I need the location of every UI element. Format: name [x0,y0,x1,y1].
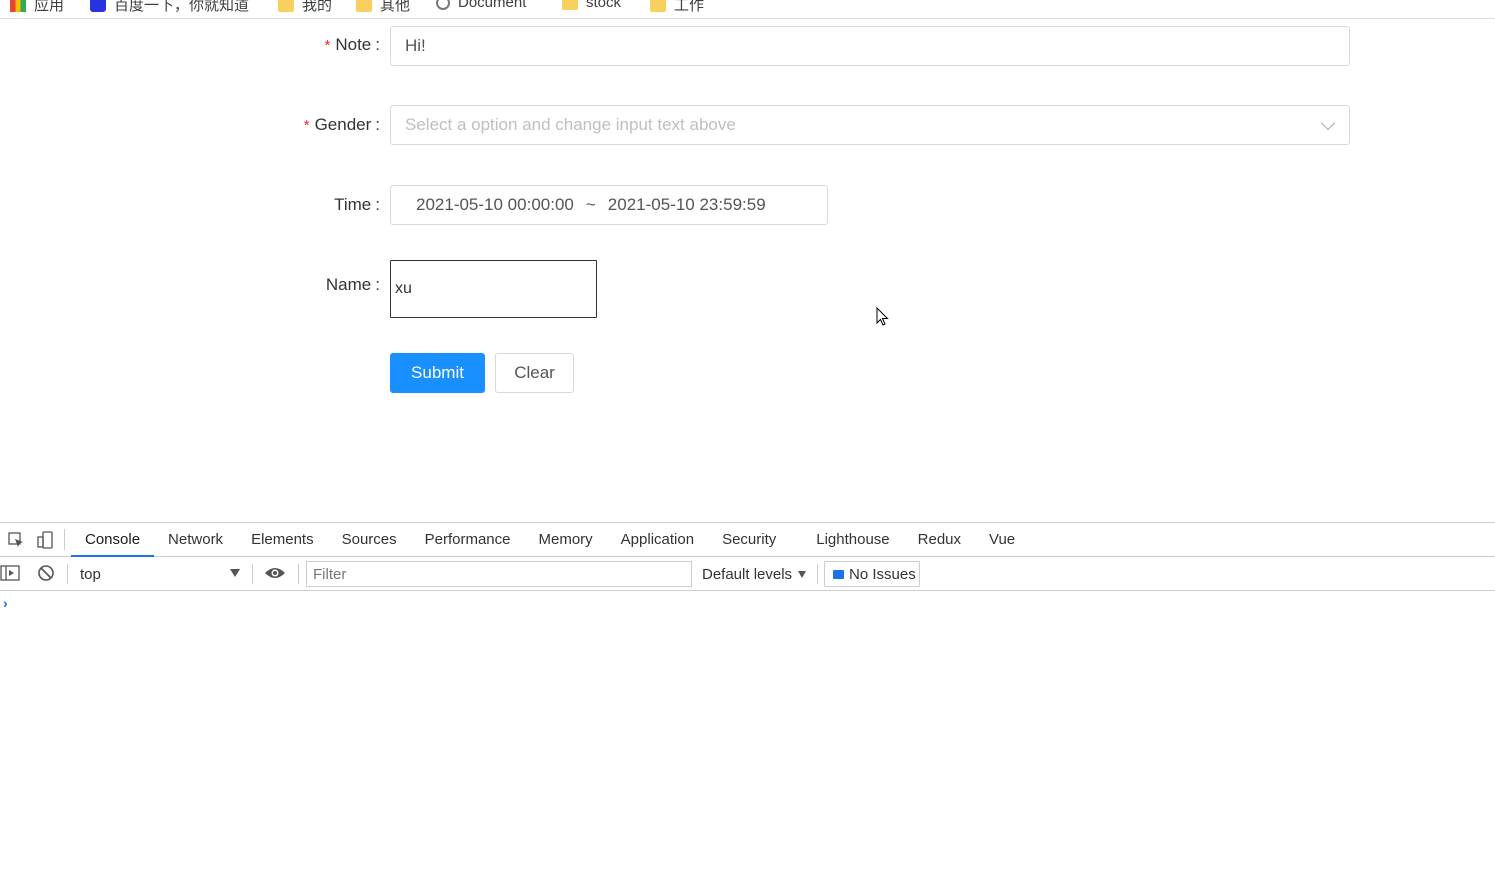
bookmark-apps[interactable]: 应用 [10,0,64,15]
devtools-panel: Console Network Elements Sources Perform… [0,522,1495,869]
clear-console-icon[interactable] [37,564,55,586]
name-label: Name: [325,275,380,294]
tab-sources[interactable]: Sources [328,523,411,556]
tab-memory[interactable]: Memory [525,523,607,556]
console-prompt[interactable]: › [3,595,8,611]
device-toolbar-icon[interactable] [32,523,58,556]
submit-button[interactable]: Submit [390,353,485,393]
chevron-down-icon [1320,115,1336,131]
tab-elements[interactable]: Elements [237,523,328,556]
tab-console[interactable]: Console [71,523,155,557]
apps-icon [10,0,26,12]
divider [252,564,253,584]
bookmark-document[interactable]: Document [436,0,526,11]
note-label: * Note: [324,35,381,54]
sidebar-toggle-icon[interactable] [0,564,20,586]
folder-icon [356,0,372,12]
bookmark-folder-stock[interactable]: stock [562,0,621,11]
time-label: Time: [334,195,380,214]
tab-lighthouse[interactable]: Lighthouse [802,523,903,556]
divider [817,564,818,584]
bookmarks-bar: 应用 百度一下，你就知道 我的 其他 Document stock 工作 [0,0,1495,19]
time-start[interactable]: 2021-05-10 00:00:00 [416,195,574,215]
tab-redux[interactable]: Redux [904,523,975,556]
tab-performance[interactable]: Performance [411,523,525,556]
bookmark-folder-mine[interactable]: 我的 [278,0,332,15]
name-input[interactable]: xu [390,260,597,318]
issues-button[interactable]: No Issues [824,561,920,587]
live-expression-eye-icon[interactable] [264,565,286,585]
folder-icon [278,0,294,12]
console-toolbar: top Filter Default levels No Issues [0,557,1495,591]
inspect-element-icon[interactable] [0,523,32,556]
required-mark: * [324,37,331,54]
divider [298,564,299,584]
log-levels-dropdown[interactable]: Default levels [702,562,807,586]
folder-icon [650,0,666,12]
gender-select[interactable]: Select a option and change input text ab… [390,105,1350,145]
bookmark-baidu[interactable]: 百度一下，你就知道 [90,0,249,15]
issues-icon [833,569,844,579]
devtools-tabbar: Console Network Elements Sources Perform… [0,523,1495,557]
tab-network[interactable]: Network [154,523,237,556]
clear-button[interactable]: Clear [495,353,574,393]
gender-label: * Gender: [303,115,380,134]
tab-security[interactable]: Security [708,523,802,556]
divider [67,564,68,584]
bookmark-folder-work[interactable]: 工作 [650,0,704,15]
folder-icon [562,0,578,10]
time-end[interactable]: 2021-05-10 23:59:59 [608,195,766,215]
baidu-icon [90,0,106,12]
bookmark-folder-other[interactable]: 其他 [356,0,410,15]
time-range-picker[interactable]: 2021-05-10 00:00:00 ~ 2021-05-10 23:59:5… [390,185,828,225]
tab-application[interactable]: Application [607,523,708,556]
required-mark: * [303,117,310,134]
globe-icon [436,0,450,10]
mouse-cursor-icon [876,307,889,326]
context-selector[interactable]: top [72,562,250,586]
dropdown-arrow-icon [230,569,240,577]
divider [64,529,65,550]
dropdown-arrow-icon [798,570,807,578]
tab-vue[interactable]: Vue [975,523,1029,556]
filter-input[interactable]: Filter [306,561,692,587]
note-input[interactable]: Hi! [390,26,1350,66]
time-separator: ~ [585,195,596,214]
